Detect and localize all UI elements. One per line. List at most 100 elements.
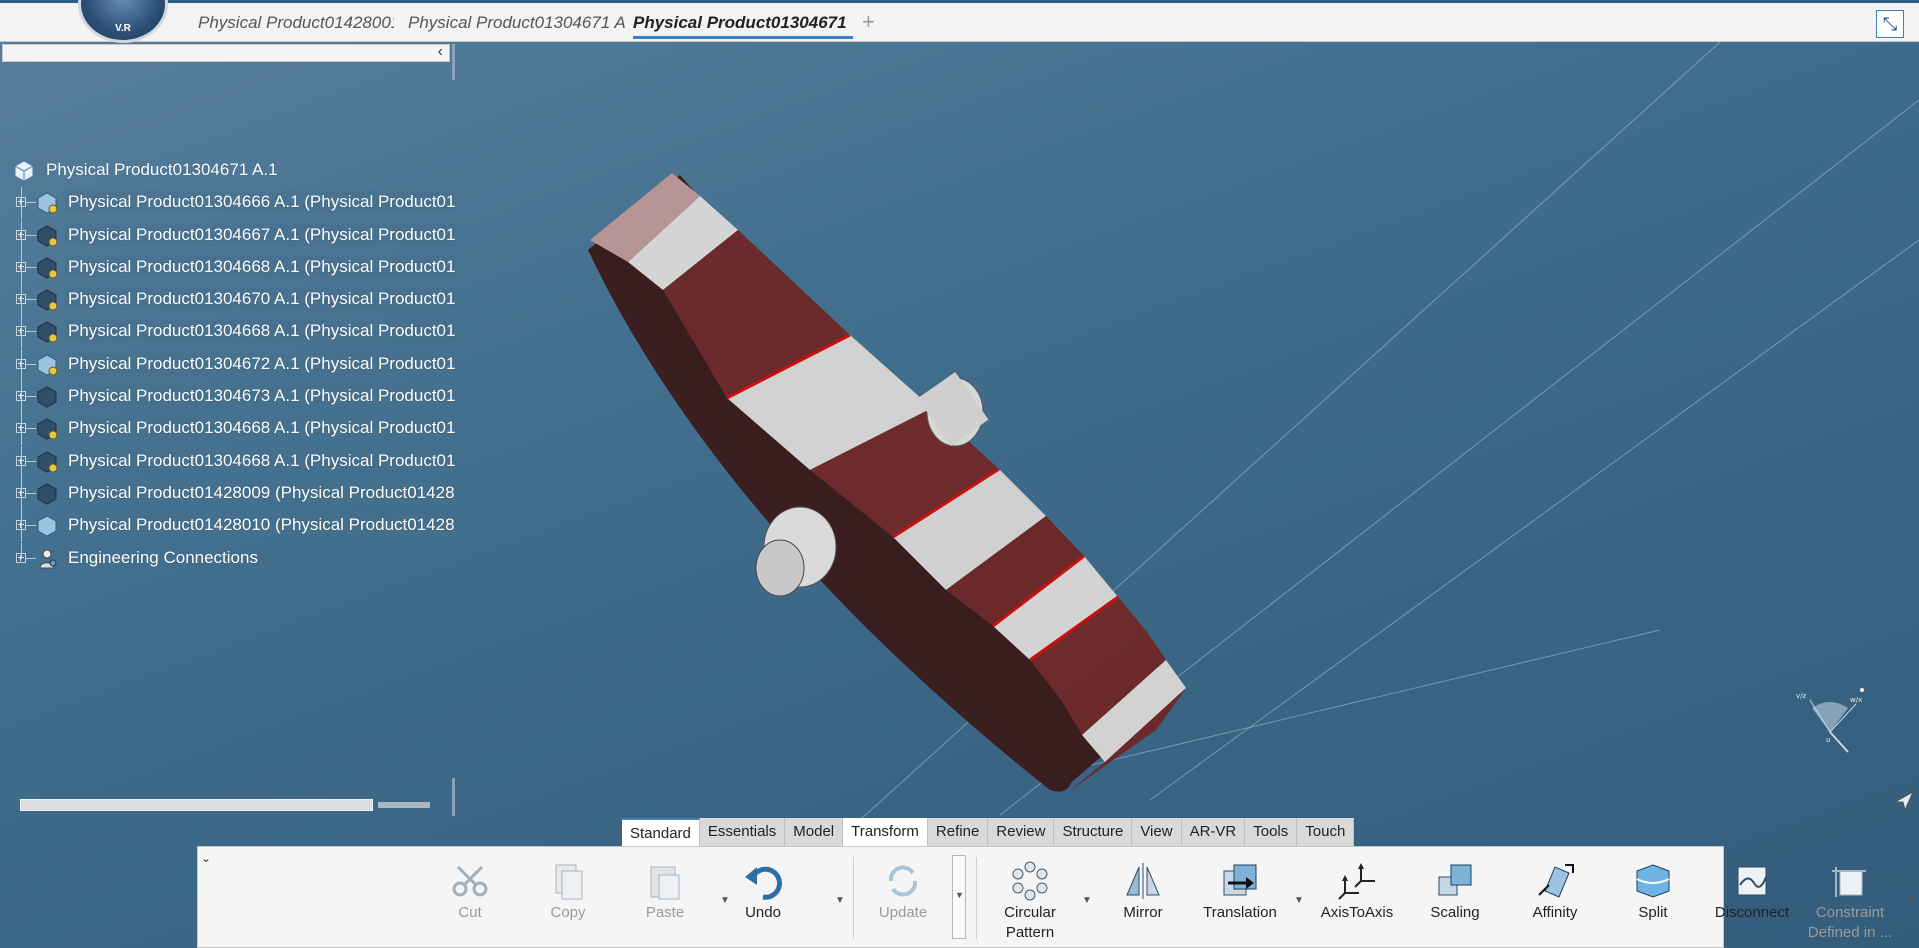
tab-touch[interactable]: Touch [1297, 818, 1355, 846]
tree-node-label: Physical Product01304672 A.1 (Physical P… [65, 352, 455, 375]
split-button[interactable]: Split [1613, 851, 1693, 945]
chevron-down-icon: ▼ [955, 890, 964, 900]
tree-node-label: Physical Product01304668 A.1 (Physical P… [65, 320, 455, 343]
part-icon [37, 257, 58, 279]
minimize-view-icon[interactable]: ⤡ [1876, 10, 1904, 38]
tab-refine[interactable]: Refine [927, 818, 989, 846]
disconnect-button[interactable]: Disconnect [1712, 851, 1792, 945]
constraint-dropdown-icon[interactable]: ▼ [1908, 895, 1918, 906]
select-arrow-icon[interactable] [1893, 790, 1915, 812]
tab-structure[interactable]: Structure [1054, 818, 1133, 846]
tree-node-label: Engineering Connections [68, 547, 258, 567]
copy-button[interactable]: Copy [528, 851, 608, 945]
flexible-product-icon [37, 354, 58, 376]
tree-node[interactable]: Physical Product01428010 (Physical Produ… [8, 510, 455, 543]
tree-node[interactable]: Physical Product01304667 A.1 (Physical P… [8, 219, 455, 252]
circular-pattern-label: Circular Pattern [1004, 904, 1056, 941]
tree-root-node[interactable]: Physical Product01304671 A.1 [8, 155, 450, 187]
expand-icon[interactable] [16, 326, 26, 337]
tab-model[interactable]: Model [785, 818, 844, 846]
compass-label: v/z [1796, 692, 1807, 700]
tree-node[interactable]: Physical Product01428009 (Physical Produ… [8, 477, 455, 510]
panel-resize-handle-bottom[interactable] [452, 778, 455, 816]
scaling-icon [1438, 864, 1472, 896]
expand-icon[interactable] [16, 487, 26, 498]
tab-ar-vr[interactable]: AR-VR [1181, 818, 1246, 846]
tab-view[interactable]: View [1132, 818, 1182, 846]
tree-node[interactable]: Physical Product01304668 A.1 (Physical P… [8, 445, 455, 478]
paste-button[interactable]: Paste [625, 851, 705, 945]
scissors-icon [452, 865, 488, 897]
cut-button[interactable]: Cut [430, 851, 510, 945]
circular-pattern-button[interactable]: Circular Pattern [990, 851, 1070, 945]
constraint-defined-button[interactable]: Constraint Defined in ... [1808, 851, 1892, 945]
part-icon [37, 225, 58, 247]
add-tab-icon[interactable]: + [862, 9, 875, 35]
flexible-product-icon [37, 192, 58, 214]
expand-icon[interactable] [16, 552, 26, 563]
tree-node[interactable]: Physical Product01304666 A.1 (Physical P… [8, 187, 455, 220]
tree-node-label: Physical Product01304670 A.1 (Physical P… [65, 288, 455, 311]
scrollbar-thumb[interactable] [20, 799, 373, 811]
tree-node[interactable]: Physical Product01304668 A.1 (Physical P… [8, 316, 455, 349]
expand-icon[interactable] [16, 294, 26, 305]
panel-resize-handle[interactable] [452, 44, 455, 80]
update-button[interactable]: Update [863, 851, 943, 945]
tree-horizontal-scrollbar[interactable] [20, 799, 430, 811]
update-options-dropdown[interactable]: ▼ [952, 855, 966, 939]
expand-icon[interactable] [16, 358, 26, 369]
circular-pattern-dropdown-icon[interactable]: ▼ [1082, 895, 1092, 906]
tab-tools[interactable]: Tools [1245, 818, 1298, 846]
tree-node[interactable]: Physical Product01304670 A.1 (Physical P… [8, 284, 455, 317]
undo-button[interactable]: Undo [723, 851, 803, 945]
expand-icon[interactable] [16, 229, 26, 240]
part-icon [37, 289, 58, 311]
scaling-label: Scaling [1430, 904, 1480, 921]
axis-to-axis-button[interactable]: AxisToAxis [1317, 851, 1397, 945]
tab-transform[interactable]: Transform [843, 818, 928, 846]
tree-node-engineering-connections[interactable]: Engineering Connections [8, 542, 450, 575]
tab-physical-product01428001[interactable]: Physical Product01428001 [198, 7, 394, 39]
copy-icon [555, 864, 583, 900]
action-bar-tabs: Standard Essentials Model Transform Refi… [622, 818, 1355, 846]
disconnect-icon [1737, 866, 1767, 896]
tree-node-label: Physical Product01304668 A.1 (Physical P… [65, 255, 455, 278]
affinity-button[interactable]: Affinity [1515, 851, 1595, 945]
expand-icon[interactable] [16, 261, 26, 272]
mirror-button[interactable]: Mirror [1103, 851, 1183, 945]
translation-button[interactable]: Translation [1200, 851, 1280, 945]
tab-standard[interactable]: Standard [622, 818, 700, 846]
translation-dropdown-icon[interactable]: ▼ [1294, 895, 1304, 906]
tab-essentials[interactable]: Essentials [699, 818, 786, 846]
compass-label: w/x [1850, 696, 1862, 704]
expand-icon[interactable] [16, 520, 26, 531]
tab-physical-product01304671-active[interactable]: Physical Product01304671 [633, 7, 853, 39]
tree-node-label: Physical Product01304668 A.1 (Physical P… [65, 417, 455, 440]
chevron-down-icon[interactable]: ⌄ [201, 851, 211, 865]
tab-review[interactable]: Review [988, 818, 1055, 846]
undo-icon [745, 866, 783, 900]
split-icon [1636, 864, 1670, 898]
engineering-connections-icon [39, 549, 57, 569]
tree-node-label: Physical Product01428010 (Physical Produ… [65, 514, 455, 537]
3dexperience-compass-logo[interactable]: V.R [78, 0, 168, 43]
tree-node-label: Physical Product01304667 A.1 (Physical P… [65, 223, 455, 246]
expand-icon[interactable] [16, 197, 26, 208]
disconnect-label: Disconnect [1714, 904, 1790, 921]
tree-node[interactable]: Physical Product01304672 A.1 (Physical P… [8, 348, 455, 381]
collapse-panel-icon[interactable]: ‹ [438, 43, 443, 61]
expand-icon[interactable] [16, 423, 26, 434]
undo-dropdown-icon[interactable]: ▼ [835, 895, 845, 906]
update-icon [888, 865, 918, 897]
view-compass-icon[interactable]: v/z w/x u [1790, 686, 1870, 756]
expand-icon[interactable] [16, 391, 26, 402]
tree-node[interactable]: Physical Product01304668 A.1 (Physical P… [8, 413, 455, 446]
tree-node[interactable]: Physical Product01304673 A.1 (Physical P… [8, 381, 455, 414]
scaling-button[interactable]: Scaling [1415, 851, 1495, 945]
expand-icon[interactable] [16, 455, 26, 466]
tree-node[interactable]: Physical Product01304668 A.1 (Physical P… [8, 251, 455, 284]
tree-node-label: Physical Product01304666 A.1 (Physical P… [65, 191, 455, 214]
part-icon [37, 321, 58, 344]
tab-physical-product01304671-a1[interactable]: Physical Product01304671 A.1 [408, 7, 626, 39]
paste-label: Paste [645, 904, 685, 921]
